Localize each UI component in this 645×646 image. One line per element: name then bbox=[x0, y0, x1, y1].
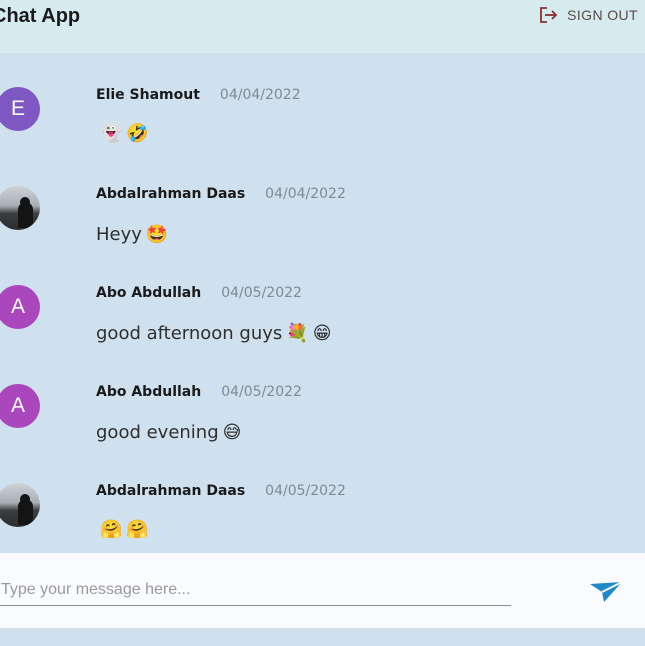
message-body: good afternoon guys bbox=[96, 323, 283, 344]
avatar bbox=[0, 186, 40, 230]
avatar bbox=[0, 483, 40, 527]
message-text: 👻 🤣 bbox=[96, 125, 149, 143]
grin-emoji: 😁 bbox=[312, 322, 332, 344]
ghost-emoji: 👻 bbox=[100, 123, 123, 144]
message-text: Heyy 🤩 bbox=[96, 224, 168, 245]
message-date: 04/04/2022 bbox=[265, 186, 346, 202]
sweat-smile-emoji: 😅 bbox=[222, 421, 242, 443]
hug-emoji: 🤗 bbox=[100, 519, 123, 540]
message-composer bbox=[0, 553, 645, 628]
message-item: A Abo Abdullah 04/05/2022 good evening 😅 bbox=[0, 350, 645, 449]
message-text: good evening 😅 bbox=[96, 422, 241, 443]
message-item: Abdalrahman Daas 04/04/2022 Heyy 🤩 bbox=[0, 152, 645, 251]
message-item: A Abo Abdullah 04/05/2022 good afternoon… bbox=[0, 251, 645, 350]
avatar-letter: A bbox=[10, 394, 25, 417]
avatar: E bbox=[0, 87, 40, 131]
app-header: Chat App SIGN OUT bbox=[0, 0, 645, 53]
rofl-emoji: 🤣 bbox=[126, 123, 149, 144]
message-body: good evening bbox=[96, 422, 219, 443]
star-struck-emoji: 🤩 bbox=[145, 223, 169, 245]
message-date: 04/05/2022 bbox=[221, 384, 302, 400]
send-icon bbox=[588, 580, 624, 609]
send-button[interactable] bbox=[586, 577, 626, 609]
message-date: 04/05/2022 bbox=[221, 285, 302, 301]
message-item: E Elie Shamout 04/04/2022 👻 🤣 bbox=[0, 53, 645, 152]
message-author: Abdalrahman Daas bbox=[96, 186, 246, 202]
sign-out-button[interactable]: SIGN OUT bbox=[539, 5, 638, 25]
message-text: 🤗 🤗 bbox=[96, 521, 149, 539]
message-item: Abdalrahman Daas 04/05/2022 🤗 🤗 bbox=[0, 449, 645, 548]
message-author: Abo Abdullah bbox=[96, 384, 202, 400]
bouquet-emoji: 💐 bbox=[286, 322, 309, 344]
avatar-letter: E bbox=[10, 97, 25, 120]
app-title: Chat App bbox=[0, 5, 81, 27]
message-text: good afternoon guys 💐 😁 bbox=[96, 323, 331, 344]
hug-emoji: 🤗 bbox=[126, 519, 149, 540]
message-author: Abo Abdullah bbox=[96, 285, 202, 301]
message-date: 04/04/2022 bbox=[219, 87, 301, 103]
message-input[interactable] bbox=[0, 574, 511, 606]
avatar: A bbox=[0, 285, 40, 329]
avatar-letter: A bbox=[10, 295, 25, 318]
sign-out-label: SIGN OUT bbox=[567, 7, 638, 23]
avatar: A bbox=[0, 384, 40, 428]
message-author: Elie Shamout bbox=[96, 87, 200, 103]
message-body: Heyy bbox=[96, 224, 142, 245]
message-author: Abdalrahman Daas bbox=[96, 483, 246, 499]
message-list: E Elie Shamout 04/04/2022 👻 🤣 Abdalrahma… bbox=[0, 53, 645, 553]
logout-icon bbox=[539, 6, 559, 24]
message-date: 04/05/2022 bbox=[265, 483, 346, 499]
